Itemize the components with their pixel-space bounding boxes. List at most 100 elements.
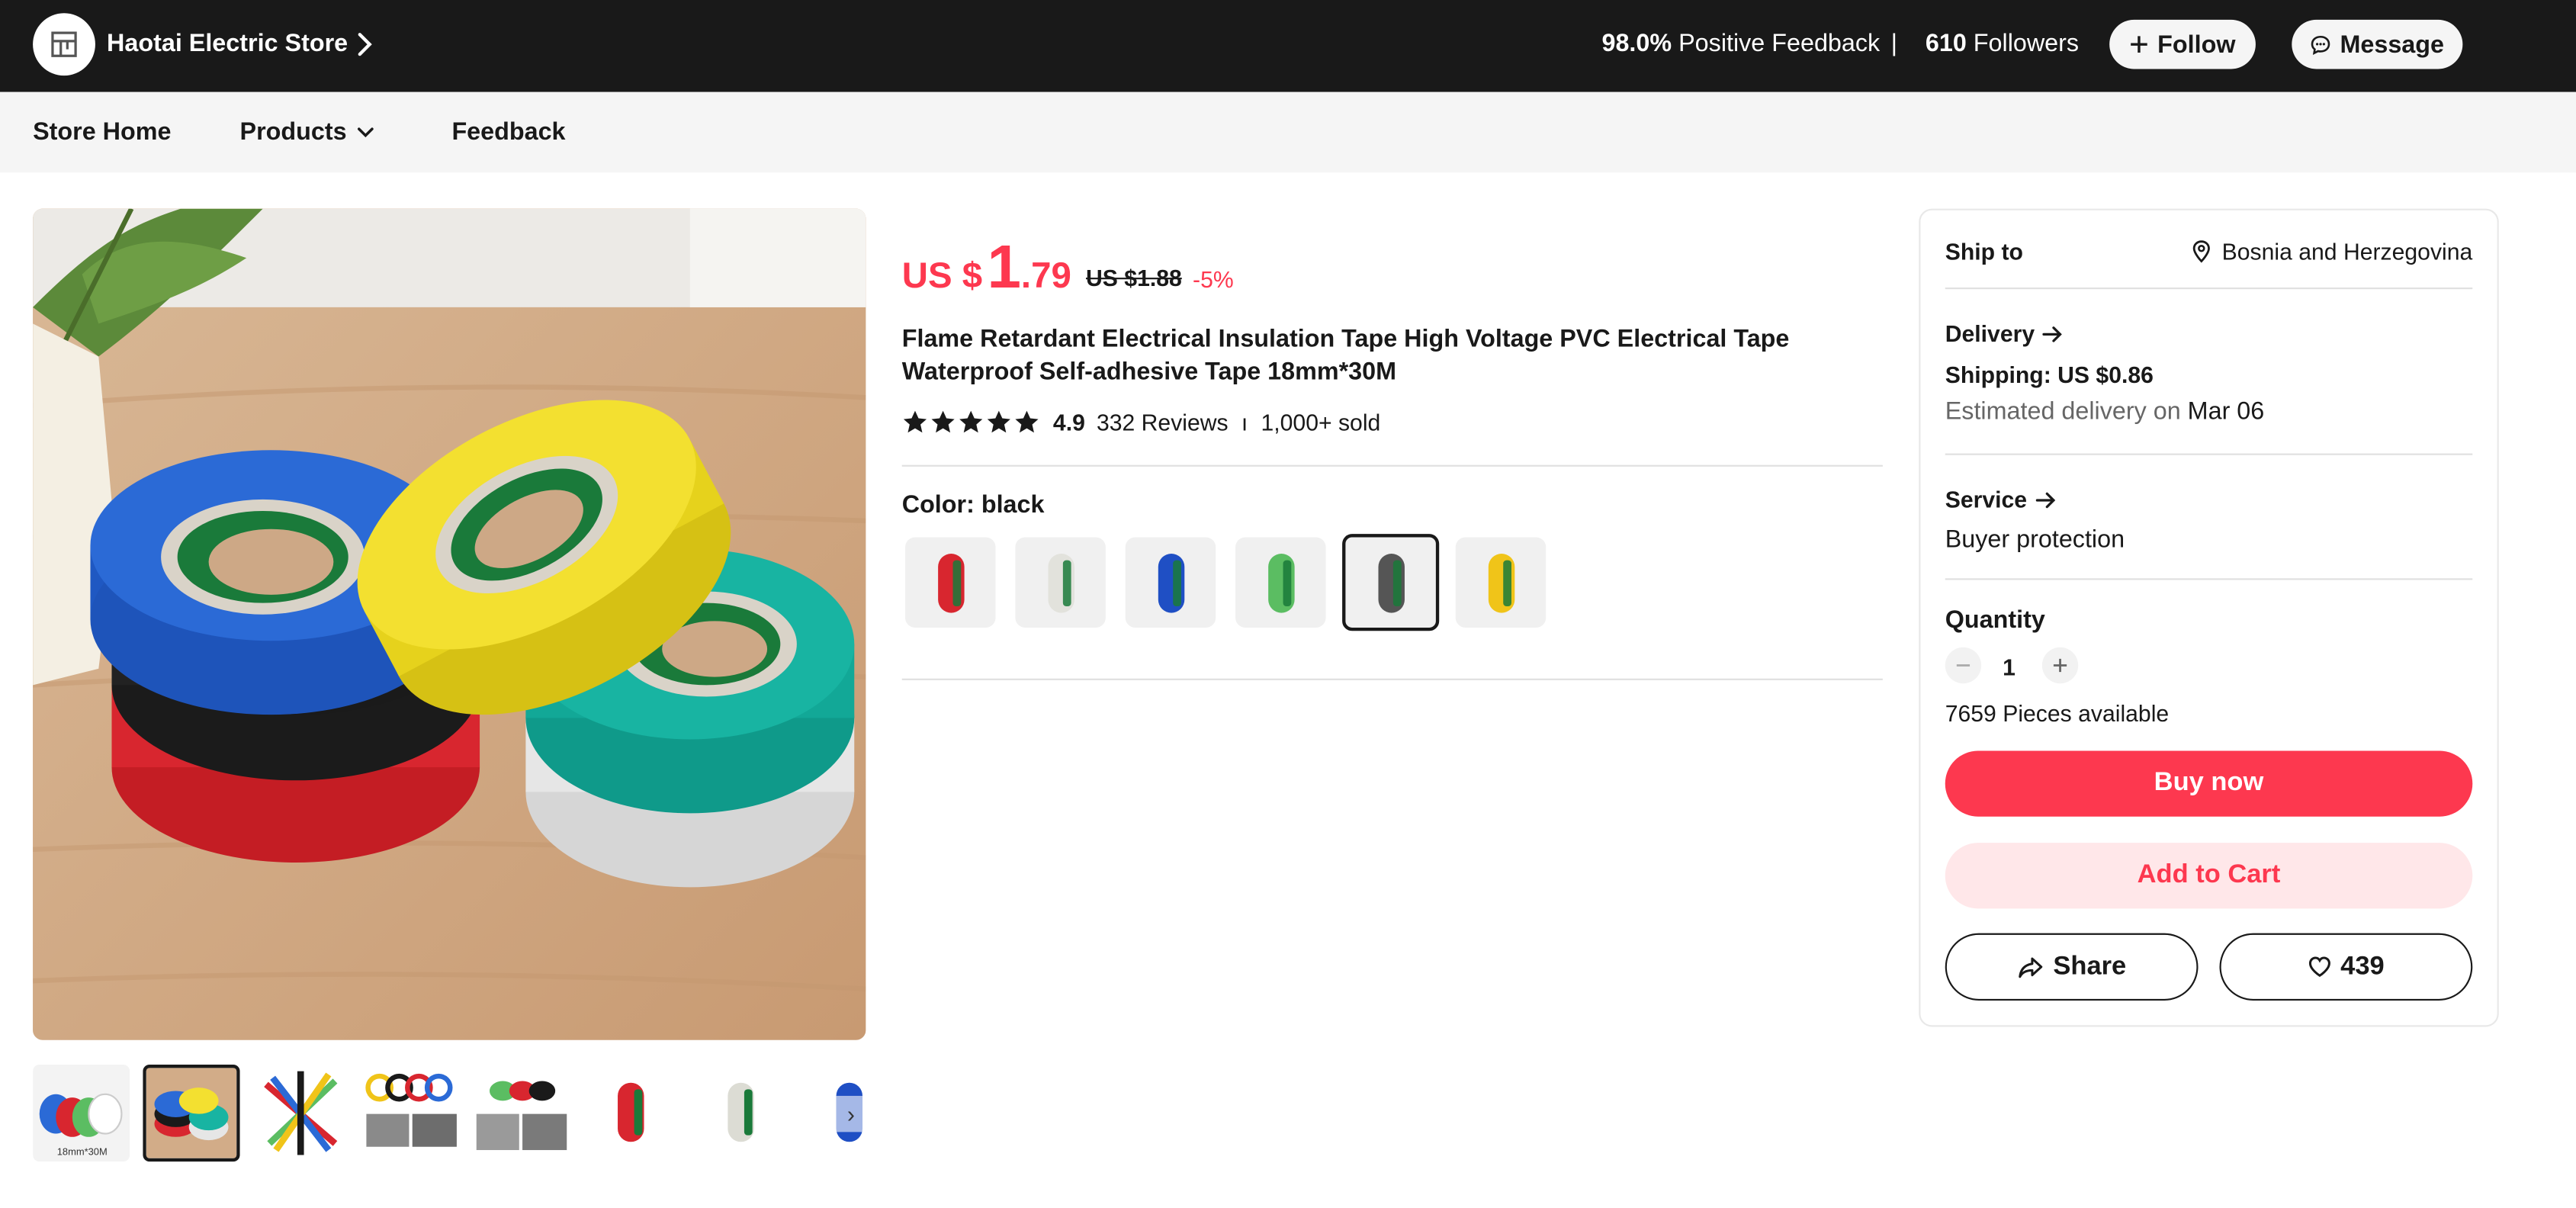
nav-products-label: Products xyxy=(239,118,347,146)
thumbnail-3[interactable] xyxy=(252,1065,350,1162)
star-icon xyxy=(1015,410,1039,433)
quantity-value[interactable]: 1 xyxy=(2003,652,2016,682)
store-feedback: 98.0% Positive Feedback xyxy=(1601,30,1880,59)
shipping-cost: Shipping: US $0.86 xyxy=(1945,361,2154,388)
product-title: Flame Retardant Electrical Insulation Ta… xyxy=(901,325,1790,387)
divider xyxy=(901,464,1883,467)
tape-roll-icon xyxy=(1267,552,1294,612)
divider xyxy=(1945,288,2473,290)
thumbnail-6[interactable] xyxy=(583,1065,680,1162)
ship-to-selector[interactable]: Bosnia and Herzegovina xyxy=(2192,236,2472,266)
product-price: US $ 1 .79 xyxy=(901,234,1071,300)
star-icon xyxy=(931,410,955,433)
chevron-right-icon[interactable] xyxy=(355,31,374,57)
delivery-label: Delivery xyxy=(1945,320,2035,347)
nav-store-home[interactable]: Store Home xyxy=(33,118,171,148)
thumbnail-8[interactable]: › xyxy=(803,1065,866,1162)
star-icon xyxy=(987,410,1010,433)
star-rating[interactable] xyxy=(902,409,1040,435)
thumbnail-2[interactable] xyxy=(143,1065,240,1162)
divider xyxy=(1945,578,2473,580)
estimated-delivery-date: Mar 06 xyxy=(2187,397,2265,426)
message-button[interactable]: Message xyxy=(2292,19,2463,69)
price-decimal: .79 xyxy=(1020,254,1071,296)
store-followers: 610 Followers xyxy=(1926,30,2079,59)
thumbnail-7[interactable] xyxy=(693,1065,791,1162)
share-button[interactable]: Share xyxy=(1945,933,2199,1001)
delivery-link[interactable]: Delivery xyxy=(1945,319,2064,349)
location-pin-icon xyxy=(2193,240,2211,263)
service-value: Buyer protection xyxy=(1945,525,2125,554)
color-swatch[interactable] xyxy=(1235,537,1326,628)
buy-now-button[interactable]: Buy now xyxy=(1945,750,2473,817)
arrow-right-icon xyxy=(2035,491,2055,508)
tape-usage-thumbnail xyxy=(473,1065,570,1162)
heart-icon xyxy=(2308,956,2330,978)
share-label: Share xyxy=(2053,952,2127,981)
nav-products[interactable]: Products xyxy=(240,118,375,148)
service-link[interactable]: Service xyxy=(1945,485,2057,515)
crossed-tape-strips-thumbnail xyxy=(252,1065,350,1162)
rating-separator: ı xyxy=(1241,409,1248,435)
electrical-tape-rolls-photo xyxy=(33,208,866,1040)
thumbnail-next-arrow[interactable]: › xyxy=(836,1095,866,1132)
chevron-down-icon xyxy=(358,127,374,138)
add-to-cart-button[interactable]: Add to Cart xyxy=(1945,843,2473,909)
reviews-link[interactable]: 332 Reviews xyxy=(1097,407,1229,437)
rating-row: 4.9 332 Reviews ı 1,000+ sold xyxy=(902,407,1381,437)
color-label: Color: black xyxy=(901,491,1045,519)
plus-icon xyxy=(2131,36,2148,53)
nav-feedback-label: Feedback xyxy=(451,118,566,146)
sold-count: 1,000+ sold xyxy=(1261,409,1381,435)
thumbnail-1[interactable]: 18mm*30M xyxy=(33,1065,130,1162)
estimated-delivery-prefix: Estimated delivery on xyxy=(1945,397,2181,426)
rating-value: 4.9 xyxy=(1052,409,1085,435)
wishlist-count: 439 xyxy=(2340,952,2385,981)
arrow-right-icon xyxy=(2043,326,2063,342)
nav-feedback[interactable]: Feedback xyxy=(451,118,565,148)
product-main-image[interactable] xyxy=(33,208,866,1040)
plus-icon xyxy=(2053,658,2067,673)
wishlist-button[interactable]: 439 xyxy=(2219,933,2473,1001)
chat-bubble-icon xyxy=(2311,34,2330,54)
tape-rolls-thumbnail: 18mm*30M xyxy=(33,1065,130,1162)
thumbnail-4[interactable] xyxy=(363,1065,461,1162)
store-logo[interactable] xyxy=(33,13,95,76)
follow-label: Follow xyxy=(2157,30,2236,59)
ship-to-country: Bosnia and Herzegovina xyxy=(2221,238,2473,265)
tape-roll-icon xyxy=(1487,552,1514,612)
color-swatch[interactable] xyxy=(1125,537,1216,628)
store-icon xyxy=(51,31,77,57)
feedback-label: Positive Feedback xyxy=(1678,29,1881,58)
service-label: Service xyxy=(1945,486,2028,513)
followers-label: Followers xyxy=(1973,29,2080,58)
thumbnail-5[interactable] xyxy=(473,1065,570,1162)
tape-roll-icon xyxy=(1047,552,1074,612)
price-currency: US $ xyxy=(901,254,983,296)
tape-roll-icon xyxy=(937,552,964,612)
quantity-decrease-button[interactable] xyxy=(1945,647,1982,684)
discount-badge: -5% xyxy=(1193,266,1234,293)
red-tape-thumbnail xyxy=(583,1065,680,1162)
color-swatch[interactable] xyxy=(905,537,996,628)
store-nav: Store Home Products Feedback xyxy=(0,92,2576,173)
header-separator: | xyxy=(1890,29,1898,58)
quantity-increase-button[interactable] xyxy=(2041,647,2079,684)
color-swatch[interactable] xyxy=(1015,537,1106,628)
follow-button[interactable]: Follow xyxy=(2109,19,2256,69)
store-header: Haotai Electric Store 98.0% Positive Fee… xyxy=(0,0,2576,92)
quantity-label: Quantity xyxy=(1945,606,2045,635)
star-icon xyxy=(903,410,927,433)
estimated-delivery: Estimated delivery on Mar 06 xyxy=(1945,397,2265,427)
store-name-link[interactable]: Haotai Electric Store xyxy=(107,30,348,59)
product-thumbnail-strip: 18mm*30M › xyxy=(33,1065,866,1163)
followers-count: 610 xyxy=(1925,29,1967,58)
tape-stack-thumbnail xyxy=(146,1068,237,1158)
message-label: Message xyxy=(2340,30,2444,59)
color-swatch[interactable] xyxy=(1342,534,1440,631)
tape-roll-icon xyxy=(1377,552,1404,612)
original-price: US $1.88 xyxy=(1086,264,1182,291)
divider xyxy=(901,678,1883,680)
color-swatch[interactable] xyxy=(1455,537,1547,628)
ship-to-label: Ship to xyxy=(1945,238,2023,265)
